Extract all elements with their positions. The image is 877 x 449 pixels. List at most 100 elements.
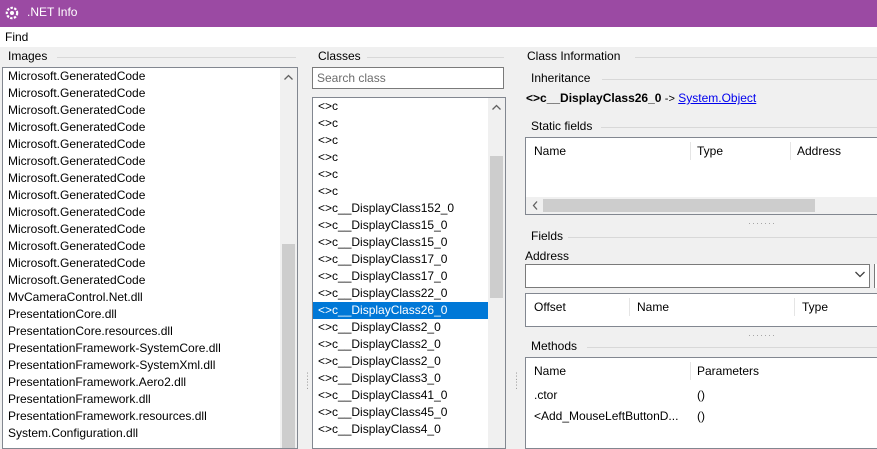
class-list-item[interactable]: <>c__DisplayClass152_0: [313, 200, 505, 217]
class-list-item[interactable]: <>c__DisplayClass2_0: [313, 319, 505, 336]
class-list-item[interactable]: <>c: [313, 98, 505, 115]
menu-find[interactable]: Find: [5, 30, 28, 44]
image-list-item[interactable]: PresentationCore.resources.dll: [3, 323, 297, 340]
class-list-item[interactable]: <>c: [313, 115, 505, 132]
inheritance-arrow: ->: [664, 93, 675, 105]
image-list-item[interactable]: Microsoft.GeneratedCode: [3, 102, 297, 119]
class-list-item[interactable]: <>c__DisplayClass26_0: [313, 302, 505, 319]
method-name-cell[interactable]: <Add_MouseLeftButtonD...: [534, 409, 678, 423]
image-list-item[interactable]: MvCameraControl.Net.dll: [3, 289, 297, 306]
image-list-item[interactable]: PresentationCore.dll: [3, 306, 297, 323]
class-list-item[interactable]: <>c: [313, 132, 505, 149]
classes-scroll-up-button[interactable]: [488, 98, 505, 115]
chevron-left-icon: [532, 201, 537, 210]
image-list-item[interactable]: PresentationFramework-SystemXml.dll: [3, 357, 297, 374]
class-list-item[interactable]: <>c__DisplayClass17_0: [313, 268, 505, 285]
image-list-item[interactable]: Microsoft.GeneratedCode: [3, 187, 297, 204]
static-scroll-left-button[interactable]: [526, 197, 543, 214]
classes-label: Classes: [318, 49, 361, 63]
inheritance-label: Inheritance: [531, 71, 591, 85]
class-list-item[interactable]: <>c__DisplayClass15_0: [313, 217, 505, 234]
static-col-type[interactable]: Type: [697, 138, 723, 164]
static-fields-hscrollbar[interactable]: [526, 197, 877, 214]
class-list-item[interactable]: <>c__DisplayClass41_0: [313, 387, 505, 404]
images-scroll-up-button[interactable]: [280, 68, 297, 85]
image-list-item[interactable]: Microsoft.GeneratedCode: [3, 204, 297, 221]
class-list-item[interactable]: <>c: [313, 149, 505, 166]
class-list-item[interactable]: <>c__DisplayClass15_0: [313, 234, 505, 251]
address-combobox[interactable]: [525, 264, 870, 288]
image-list-item[interactable]: System.Configuration.dll: [3, 425, 297, 442]
static-col-address[interactable]: Address: [797, 138, 841, 164]
classes-list[interactable]: <>c <>c <>c <>c <>c <>c <>c__DisplayClass152_0…: [312, 97, 506, 449]
static-fields-group-line: [601, 127, 877, 128]
images-list[interactable]: Microsoft.GeneratedCode Microsoft.Generat…: [2, 67, 298, 449]
image-list-item[interactable]: Microsoft.GeneratedCode: [3, 221, 297, 238]
image-list-item[interactable]: PresentationFramework-SystemCore.dll: [3, 340, 297, 357]
static-fields-grid[interactable]: Name Type Address: [525, 137, 877, 215]
method-name-cell[interactable]: .ctor: [534, 388, 557, 402]
class-info-group-line: [635, 57, 877, 58]
fields-col-separator[interactable]: [629, 298, 630, 316]
splitter-handle-static[interactable]: ·······: [748, 219, 776, 228]
image-list-item[interactable]: Microsoft.GeneratedCode: [3, 136, 297, 153]
splitter-handle-left[interactable]: ⋮ ⋮: [303, 372, 312, 390]
class-list-item[interactable]: <>c__DisplayClass2_0: [313, 353, 505, 370]
chevron-up-icon: [492, 104, 501, 110]
methods-label: Methods: [531, 339, 578, 353]
inheritance-group-line: [602, 79, 877, 80]
classes-group-line: [367, 57, 504, 58]
methods-grid[interactable]: Name Parameters .ctor () <Add_MouseLeftBut…: [525, 357, 877, 449]
image-list-item[interactable]: Microsoft.GeneratedCode: [3, 170, 297, 187]
class-list-item[interactable]: <>c: [313, 183, 505, 200]
base-class-link[interactable]: System.Object: [678, 91, 756, 105]
image-list-item[interactable]: Microsoft.GeneratedCode: [3, 255, 297, 272]
class-search-input[interactable]: [312, 67, 504, 89]
chevron-down-icon: [855, 271, 865, 278]
splitter-handle-right[interactable]: ⋮ ⋮: [512, 372, 521, 390]
splitter-handle-fields[interactable]: ·······: [748, 331, 776, 340]
method-params-cell[interactable]: (): [697, 388, 705, 402]
title-bar: .NET Info: [0, 0, 877, 27]
static-col-separator[interactable]: [790, 142, 791, 160]
class-info-label: Class Information: [527, 49, 621, 63]
static-col-separator[interactable]: [690, 142, 691, 160]
image-list-item[interactable]: Microsoft.GeneratedCode: [3, 119, 297, 136]
class-list-item[interactable]: <>c__DisplayClass4_0: [313, 421, 505, 438]
image-list-item[interactable]: PresentationFramework.resources.dll: [3, 408, 297, 425]
class-list-item[interactable]: <>c__DisplayClass17_0: [313, 251, 505, 268]
class-list-item[interactable]: <>c__DisplayClass3_0: [313, 370, 505, 387]
methods-col-separator[interactable]: [690, 362, 691, 380]
static-col-name[interactable]: Name: [534, 138, 566, 164]
chevron-up-icon: [284, 74, 293, 80]
images-group-line: [57, 57, 296, 58]
classes-scroll-thumb[interactable]: [490, 156, 503, 298]
image-list-item[interactable]: PresentationFramework.Aero2.dll: [3, 374, 297, 391]
images-scrollbar[interactable]: [280, 68, 297, 448]
class-list-item[interactable]: <>c__DisplayClass2_0: [313, 336, 505, 353]
fields-col-type[interactable]: Type: [802, 294, 828, 320]
image-list-item[interactable]: Microsoft.GeneratedCode: [3, 68, 297, 85]
static-scroll-thumb[interactable]: [543, 199, 815, 212]
methods-col-name[interactable]: Name: [534, 358, 566, 384]
fields-col-separator[interactable]: [794, 298, 795, 316]
methods-col-parameters[interactable]: Parameters: [697, 358, 759, 384]
class-list-item[interactable]: <>c__DisplayClass45_0: [313, 404, 505, 421]
image-list-item[interactable]: Microsoft.GeneratedCode: [3, 85, 297, 102]
images-scroll-thumb[interactable]: [282, 244, 295, 448]
inheritance-chain: <>c__DisplayClass26_0 -> System.Object: [526, 91, 756, 105]
image-list-item[interactable]: Microsoft.GeneratedCode: [3, 153, 297, 170]
fields-grid[interactable]: Offset Name Type: [525, 293, 877, 327]
classes-scrollbar[interactable]: [488, 98, 505, 448]
fields-col-offset[interactable]: Offset: [534, 294, 566, 320]
method-params-cell[interactable]: (): [697, 409, 705, 423]
image-list-item[interactable]: PresentationFramework.dll: [3, 391, 297, 408]
image-list-item[interactable]: Microsoft.GeneratedCode: [3, 238, 297, 255]
menu-bar: Find: [0, 27, 877, 47]
class-list-item[interactable]: <>c: [313, 166, 505, 183]
fields-col-name[interactable]: Name: [637, 294, 669, 320]
inheritance-class-name: <>c__DisplayClass26_0: [526, 91, 662, 105]
address-label: Address: [525, 249, 570, 263]
class-list-item[interactable]: <>c__DisplayClass22_0: [313, 285, 505, 302]
image-list-item[interactable]: Microsoft.GeneratedCode: [3, 272, 297, 289]
